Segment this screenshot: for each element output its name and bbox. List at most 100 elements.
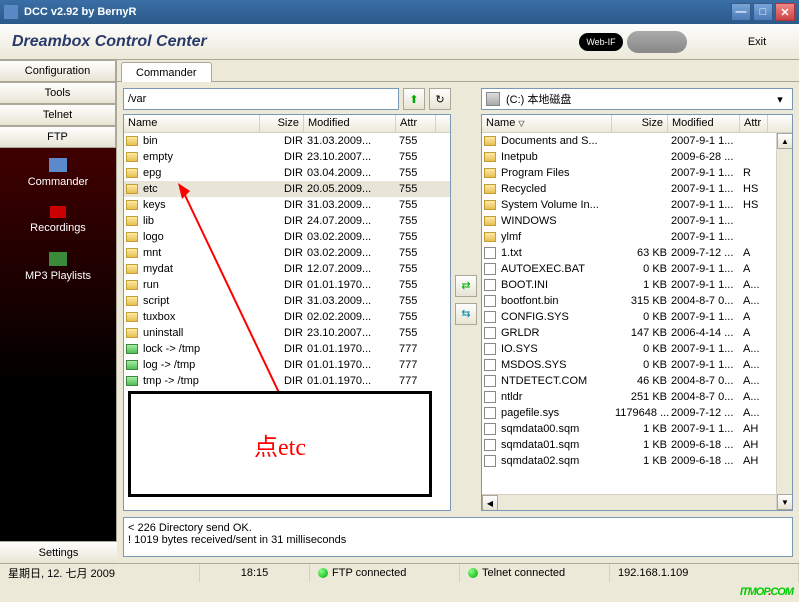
file-row[interactable]: log -> /tmpDIR01.01.1970...777 — [124, 357, 450, 373]
file-row[interactable]: emptyDIR23.10.2007...755 — [124, 149, 450, 165]
annotation-text: 点etc — [254, 427, 306, 462]
file-icon — [484, 375, 496, 387]
file-row[interactable]: libDIR24.07.2009...755 — [124, 213, 450, 229]
tab-commander[interactable]: Commander — [121, 62, 212, 82]
tab-row: Commander — [117, 60, 799, 82]
up-dir-button[interactable]: ⬆ — [403, 88, 425, 110]
file-row[interactable]: mntDIR03.02.2009...755 — [124, 245, 450, 261]
file-row[interactable]: 1.txt63 KB2009-7-12 ...A — [482, 245, 792, 261]
file-row[interactable]: sqmdata01.sqm1 KB2009-6-18 ...AH — [482, 437, 792, 453]
file-row[interactable]: scriptDIR31.03.2009...755 — [124, 293, 450, 309]
sidebar-item-mp3[interactable]: MP3 Playlists — [25, 270, 91, 282]
exit-button[interactable]: Exit — [727, 36, 787, 48]
led-icon — [318, 568, 328, 578]
folder-icon — [126, 328, 138, 338]
file-row[interactable]: AUTOEXEC.BAT0 KB2007-9-1 1...A — [482, 261, 792, 277]
scroll-up-icon[interactable]: ▲ — [777, 133, 793, 149]
copy-right-button[interactable]: ⇄ — [455, 275, 477, 297]
sidebar-button-configuration[interactable]: Configuration — [0, 60, 116, 82]
link-icon — [126, 360, 138, 370]
copy-left-button[interactable]: ⇆ — [455, 303, 477, 325]
file-row[interactable]: runDIR01.01.1970...755 — [124, 277, 450, 293]
file-row[interactable]: bootfont.bin315 KB2004-8-7 0...A... — [482, 293, 792, 309]
sidebar-button-tools[interactable]: Tools — [0, 82, 116, 104]
close-button[interactable]: ✕ — [775, 3, 795, 21]
col-size-r[interactable]: Size — [612, 115, 668, 132]
file-row[interactable]: uninstallDIR23.10.2007...755 — [124, 325, 450, 341]
window-title: DCC v2.92 by BernyR — [24, 6, 729, 18]
file-row[interactable]: BOOT.INI1 KB2007-9-1 1...A... — [482, 277, 792, 293]
file-row[interactable]: pagefile.sys1179648 ...2009-7-12 ...A... — [482, 405, 792, 421]
file-row[interactable]: ntldr251 KB2004-8-7 0...A... — [482, 389, 792, 405]
file-row[interactable]: logoDIR03.02.2009...755 — [124, 229, 450, 245]
col-attr-r[interactable]: Attr — [740, 115, 768, 132]
file-row[interactable]: epgDIR03.04.2009...755 — [124, 165, 450, 181]
file-icon — [484, 327, 496, 339]
file-icon — [484, 359, 496, 371]
right-file-list: Name ▽ Size Modified Attr Documents and … — [481, 114, 793, 511]
sidebar-panel: Commander Recordings MP3 Playlists — [0, 148, 116, 541]
file-row[interactable]: Program Files2007-9-1 1...R — [482, 165, 792, 181]
folder-icon — [126, 216, 138, 226]
mp3-icon[interactable] — [49, 252, 67, 266]
file-row[interactable]: Documents and S...2007-9-1 1... — [482, 133, 792, 149]
file-row[interactable]: ylmf2007-9-1 1... — [482, 229, 792, 245]
watermark: ITMOP.COM — [740, 579, 793, 600]
folder-icon — [484, 152, 496, 162]
file-row[interactable]: binDIR31.03.2009...755 — [124, 133, 450, 149]
file-row[interactable]: tuxboxDIR02.02.2009...755 — [124, 309, 450, 325]
file-row[interactable]: lock -> /tmpDIR01.01.1970...777 — [124, 341, 450, 357]
scrollbar-horizontal[interactable]: ◀ ▶ — [482, 494, 792, 510]
file-row[interactable]: System Volume In...2007-9-1 1...HS — [482, 197, 792, 213]
file-row[interactable]: sqmdata02.sqm1 KB2009-6-18 ...AH — [482, 453, 792, 469]
recordings-icon[interactable] — [50, 206, 66, 218]
col-size[interactable]: Size — [260, 115, 304, 132]
col-name[interactable]: Name — [124, 115, 260, 132]
folder-icon — [126, 168, 138, 178]
sidebar-button-ftp[interactable]: FTP — [0, 126, 116, 148]
file-row[interactable]: tmp -> /tmpDIR01.01.1970...777 — [124, 373, 450, 389]
webif-button[interactable]: Web-IF — [579, 33, 623, 51]
file-row[interactable]: Recycled2007-9-1 1...HS — [482, 181, 792, 197]
maximize-button[interactable]: □ — [753, 3, 773, 21]
link-icon — [126, 376, 138, 386]
file-icon — [484, 279, 496, 291]
path-input[interactable]: /var — [123, 88, 399, 110]
col-modified[interactable]: Modified — [304, 115, 396, 132]
col-attr[interactable]: Attr — [396, 115, 436, 132]
minimize-button[interactable]: — — [731, 3, 751, 21]
file-row[interactable]: etcDIR20.05.2009...755 — [124, 181, 450, 197]
sidebar-item-commander[interactable]: Commander — [28, 176, 89, 188]
col-modified-r[interactable]: Modified — [668, 115, 740, 132]
file-row[interactable]: sqmdata00.sqm1 KB2007-9-1 1...AH — [482, 421, 792, 437]
file-row[interactable]: MSDOS.SYS0 KB2007-9-1 1...A... — [482, 357, 792, 373]
file-row[interactable]: GRLDR147 KB2006-4-14 ...A — [482, 325, 792, 341]
status-telnet: Telnet connected — [482, 567, 565, 579]
scroll-left-icon[interactable]: ◀ — [482, 495, 498, 511]
scroll-down-icon[interactable]: ▼ — [777, 494, 793, 510]
dropdown-icon[interactable]: ▾ — [772, 93, 788, 106]
file-row[interactable]: keysDIR31.03.2009...755 — [124, 197, 450, 213]
file-row[interactable]: CONFIG.SYS0 KB2007-9-1 1...A — [482, 309, 792, 325]
sidebar-button-telnet[interactable]: Telnet — [0, 104, 116, 126]
file-icon — [484, 439, 496, 451]
file-icon — [484, 423, 496, 435]
file-row[interactable]: mydatDIR12.07.2009...755 — [124, 261, 450, 277]
app-title: Dreambox Control Center — [12, 33, 579, 51]
refresh-button[interactable]: ↻ — [429, 88, 451, 110]
folder-icon — [126, 200, 138, 210]
folder-icon — [484, 200, 496, 210]
settings-button[interactable]: Settings — [0, 541, 117, 563]
sidebar-item-recordings[interactable]: Recordings — [30, 222, 86, 234]
status-bar: 星期日, 12. 七月 2009 18:15 FTP connected Tel… — [0, 563, 799, 582]
drive-selector[interactable]: (C:) 本地磁盘 ▾ — [481, 88, 793, 110]
commander-icon[interactable] — [49, 158, 67, 172]
file-row[interactable]: IO.SYS0 KB2007-9-1 1...A... — [482, 341, 792, 357]
file-row[interactable]: NTDETECT.COM46 KB2004-8-7 0...A... — [482, 373, 792, 389]
disk-icon — [486, 92, 500, 106]
app-icon — [4, 5, 18, 19]
scrollbar-vertical[interactable]: ▲ ▼ — [776, 133, 792, 510]
folder-icon — [484, 136, 496, 146]
file-row[interactable]: WINDOWS2007-9-1 1... — [482, 213, 792, 229]
file-row[interactable]: Inetpub2009-6-28 ... — [482, 149, 792, 165]
